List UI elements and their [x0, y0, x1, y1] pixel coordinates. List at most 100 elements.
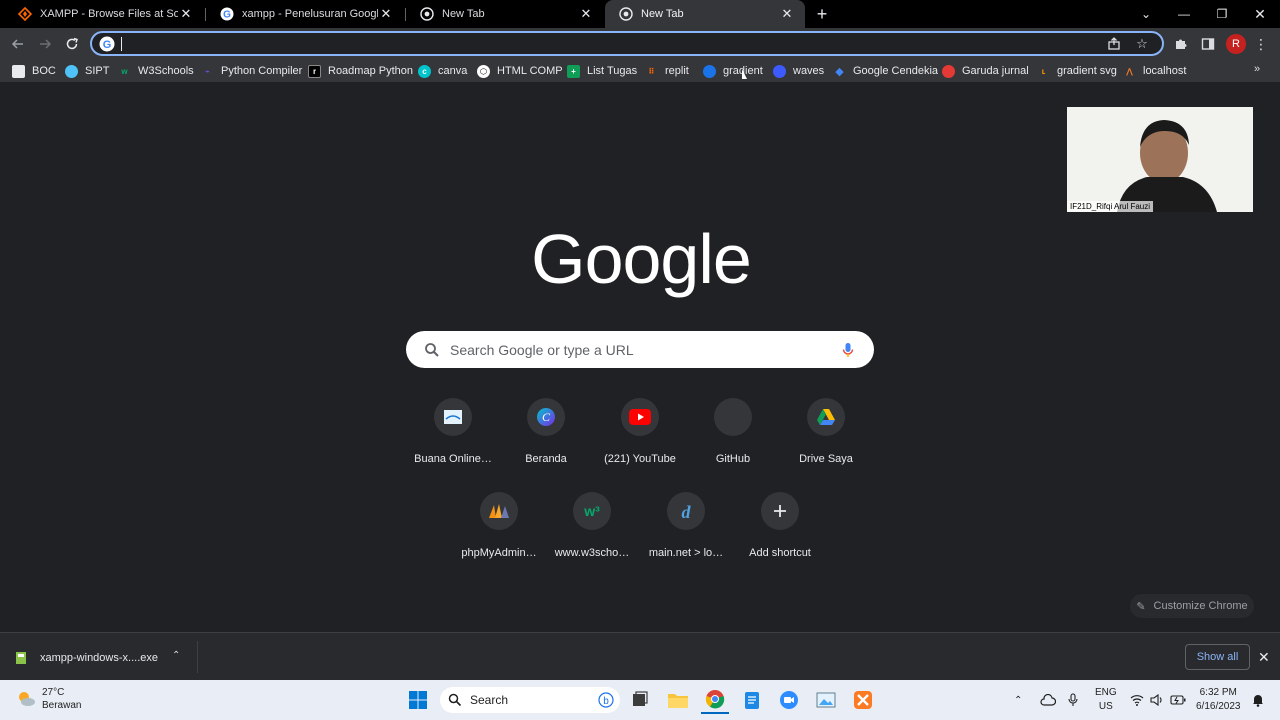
shortcut-drive-saya[interactable]: Drive Saya	[780, 394, 872, 486]
w3schools-icon: w	[121, 66, 128, 76]
pencil-icon: ✎	[1136, 600, 1146, 613]
close-icon[interactable]: ✕	[1258, 649, 1270, 666]
tab-xampp-sourceforge[interactable]: XAMPP - Browse Files at SourceForge.net …	[4, 0, 204, 28]
tab-new-tab[interactable]: New Tab ✕	[406, 0, 604, 28]
shortcut-github[interactable]: GitHub	[687, 394, 779, 486]
minimize-button[interactable]: —	[1165, 0, 1203, 28]
bookmark-roadmap-python[interactable]: r Roadmap Python	[308, 63, 413, 79]
photos-button[interactable]	[812, 686, 840, 714]
shortcut-phpmyadmin[interactable]: phpMyAdmin…	[453, 488, 545, 580]
phpmyadmin-icon	[480, 492, 518, 530]
shortcut-buana-online[interactable]: Buana Online…	[407, 394, 499, 486]
close-icon[interactable]: ✕	[378, 6, 394, 22]
bookmark-waves[interactable]: waves	[773, 63, 824, 79]
weather-temperature: 27°C	[42, 687, 65, 698]
tab-new-tab-active[interactable]: New Tab ✕	[605, 0, 805, 28]
notification-bell-icon[interactable]	[1252, 680, 1264, 720]
reload-button[interactable]	[61, 33, 83, 55]
close-icon[interactable]: ✕	[779, 6, 795, 22]
xampp-icon	[854, 691, 872, 709]
bookmark-garuda-jurnal[interactable]: Garuda jurnal	[942, 63, 1029, 79]
search-box[interactable]	[406, 331, 874, 368]
wifi-icon[interactable]	[1130, 680, 1144, 720]
bookmarks-overflow-icon[interactable]: »	[1254, 63, 1260, 75]
bookmark-gradient[interactable]: gradient	[703, 63, 763, 79]
back-button[interactable]	[7, 33, 29, 55]
shortcut-label: Beranda	[525, 453, 567, 465]
tab-search-chevron-icon[interactable]: ⌄	[1127, 0, 1165, 28]
taskbar-search[interactable]: Search b	[440, 687, 620, 713]
address-bar[interactable]: G ☆	[90, 31, 1164, 56]
download-separator	[197, 641, 198, 673]
profile-avatar[interactable]: R	[1226, 34, 1246, 54]
search-input[interactable]	[450, 341, 838, 358]
xampp-button[interactable]	[849, 686, 877, 714]
bookmark-localhost[interactable]: ⋀ localhost	[1123, 63, 1186, 79]
shortcut-beranda[interactable]: C Beranda	[500, 394, 592, 486]
microphone-icon[interactable]	[838, 340, 858, 360]
close-icon[interactable]: ✕	[578, 6, 594, 22]
bookmark-sipt[interactable]: SIPT	[65, 63, 109, 79]
cloud-sync-icon[interactable]	[1040, 680, 1056, 720]
download-bar: xampp-windows-x....exe ⌃ Show all ✕	[0, 632, 1280, 680]
bookmark-label: HTML COMP	[497, 65, 563, 77]
input-language[interactable]: ENG US	[1095, 686, 1117, 714]
shortcut-main-net[interactable]: d main.net > lo…	[640, 488, 732, 580]
maximize-button[interactable]: ❐	[1203, 0, 1241, 28]
bookmark-label: canva	[438, 65, 468, 77]
volume-icon[interactable]	[1150, 680, 1164, 720]
notepad-button[interactable]	[738, 686, 766, 714]
show-all-button[interactable]: Show all	[1185, 644, 1250, 670]
clock-date: 6/16/2023	[1196, 701, 1241, 712]
weather-widget[interactable]: 27°C Berawan	[16, 686, 81, 712]
chrome-icon	[619, 7, 633, 21]
close-icon[interactable]: ✕	[178, 6, 194, 22]
bookmark-html-comp[interactable]: ⬡ HTML COMP	[477, 63, 563, 79]
bookmark-replit[interactable]: ⠿ replit	[645, 63, 688, 79]
window-close-button[interactable]: ✕	[1241, 0, 1279, 28]
bookmark-list-tugas[interactable]: + List Tugas	[567, 63, 637, 79]
tray-overflow-icon[interactable]: ⌃	[1014, 680, 1022, 720]
bookmark-canva[interactable]: c canva	[418, 63, 467, 79]
bookmark-python-compiler[interactable]: ⌁ Python Compiler	[201, 63, 302, 79]
tab-title: XAMPP - Browse Files at SourceForge.net	[40, 8, 178, 20]
forward-button[interactable]	[34, 33, 56, 55]
windows-start-button[interactable]	[404, 686, 432, 714]
microphone-icon[interactable]	[1068, 680, 1078, 720]
customize-chrome-button[interactable]: ✎ Customize Chrome	[1130, 594, 1254, 618]
bookmark-w3schools[interactable]: w W3Schools	[118, 63, 194, 79]
bookmark-label: SIPT	[85, 65, 110, 77]
extensions-puzzle-icon[interactable]	[1170, 33, 1192, 55]
battery-icon[interactable]	[1170, 680, 1186, 720]
zoom-button[interactable]	[775, 686, 803, 714]
file-explorer-button[interactable]	[664, 686, 692, 714]
side-panel-icon[interactable]	[1197, 33, 1219, 55]
customize-label: Customize Chrome	[1153, 600, 1248, 612]
chevron-up-icon[interactable]: ⌃	[172, 650, 180, 661]
shortcut-youtube[interactable]: (221) YouTube	[594, 394, 686, 486]
star-icon[interactable]: ☆	[1134, 36, 1150, 52]
chrome-taskbar-button[interactable]	[701, 686, 729, 714]
tab-google-search[interactable]: G xampp - Penelusuran Google ✕	[206, 0, 404, 28]
bookmark-google-cendekia[interactable]: ◆ Google Cendekia	[833, 63, 938, 79]
kebab-menu-icon[interactable]: ⋮	[1250, 33, 1272, 55]
share-icon[interactable]	[1106, 36, 1122, 52]
gradient-svg-icon: ʟ	[1041, 66, 1046, 76]
address-input[interactable]	[128, 36, 1106, 51]
new-tab-button[interactable]: +	[812, 4, 832, 24]
bookmark-boc[interactable]: BOC	[12, 63, 56, 79]
bookmark-label: Garuda jurnal	[962, 65, 1029, 77]
buana-icon	[434, 398, 472, 436]
download-item[interactable]: xampp-windows-x....exe	[14, 649, 158, 667]
task-view-button[interactable]	[626, 686, 654, 714]
google-icon: G	[99, 36, 115, 52]
bookmark-label: W3Schools	[138, 65, 194, 77]
drive-icon	[807, 398, 845, 436]
bookmark-gradient-svg[interactable]: ʟ gradient svg	[1037, 63, 1117, 79]
shortcut-label: (221) YouTube	[604, 453, 676, 465]
system-clock[interactable]: 6:32 PM 6/16/2023	[1196, 686, 1241, 714]
add-shortcut-button[interactable]: Add shortcut	[734, 488, 826, 580]
shortcut-w3schools[interactable]: w³ www.w3scho…	[546, 488, 638, 580]
chrome-icon	[420, 7, 434, 21]
shortcut-label: GitHub	[715, 453, 751, 465]
